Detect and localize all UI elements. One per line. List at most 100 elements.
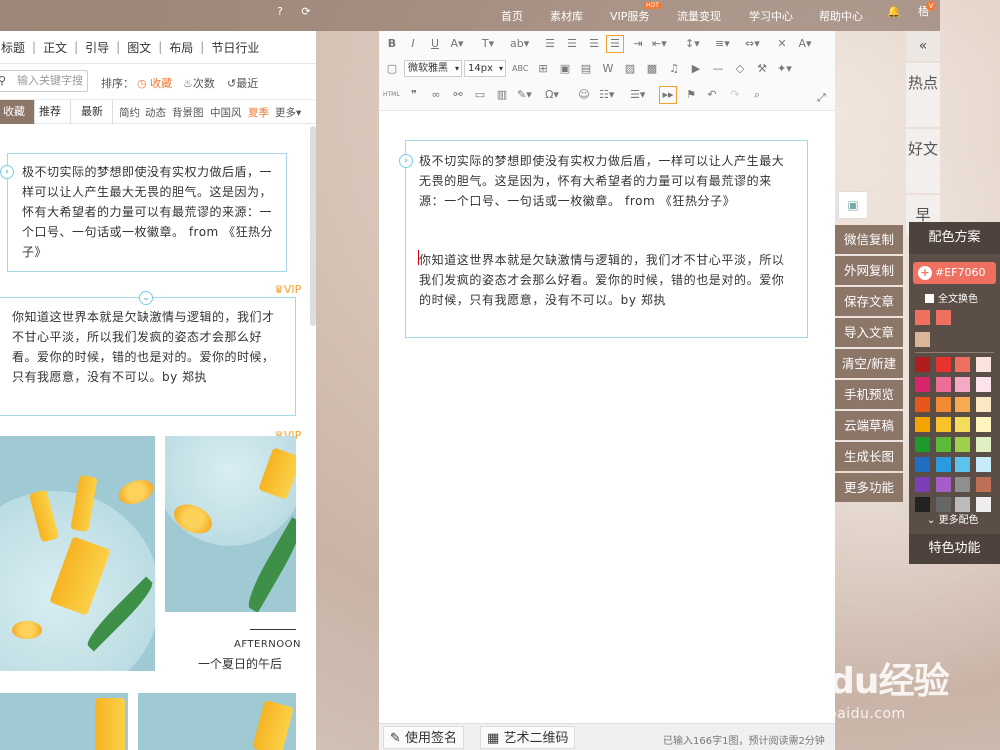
palette-color-swatch[interactable] xyxy=(976,497,991,512)
editor-content-block[interactable]: › 极不切实际的梦想即使没有实权力做后盾，一样可以让人产生最大无畏的胆气。这是因… xyxy=(399,140,808,338)
image-manager-button[interactable]: ▣ xyxy=(838,191,868,219)
tab-guide[interactable]: 引导 xyxy=(78,39,116,56)
rail-good-articles[interactable]: 好文 xyxy=(906,129,940,193)
template-card-quote[interactable]: 极不切实际的梦想即使没有实权力做后盾，一样可以让人产生最大无畏的胆气。这是因为，… xyxy=(7,153,287,272)
bold-icon[interactable]: B xyxy=(385,37,399,51)
minus-icon[interactable]: — xyxy=(711,62,725,76)
sort-fav[interactable]: ◷ 收藏 xyxy=(137,75,172,91)
font-color-icon[interactable]: A▾ xyxy=(450,37,464,51)
art-qrcode-button[interactable]: ▦ 艺术二维码 xyxy=(480,726,576,749)
html-icon[interactable]: HTML xyxy=(383,88,400,102)
palette-color-swatch[interactable] xyxy=(955,397,970,412)
palette-color-swatch[interactable] xyxy=(976,417,991,432)
palette-color-swatch[interactable] xyxy=(976,437,991,452)
template-card-text[interactable]: 你知道这世界本就是欠缺激情与逻辑的，我们才不甘心平淡，所以我们发疯的姿态才会那么… xyxy=(0,297,296,416)
tag-simple[interactable]: 简约 xyxy=(119,105,140,120)
line-height-icon[interactable]: ↕▾ xyxy=(685,37,700,51)
unlink-icon[interactable]: ⚯ xyxy=(451,88,465,102)
paragraph-spacing-icon[interactable]: ≡▾ xyxy=(715,37,730,51)
expand-icon[interactable]: ⤢ xyxy=(817,91,826,105)
search-input[interactable]: 输入关键字搜 xyxy=(0,70,88,92)
text-direction-icon[interactable]: ▸▸ xyxy=(659,86,677,104)
tag-more[interactable]: 更多▾ xyxy=(275,105,301,120)
tag-summer[interactable]: 夏季 xyxy=(248,105,269,120)
palette-color-swatch[interactable] xyxy=(976,357,991,372)
tab-image-text[interactable]: 图文 xyxy=(120,39,158,56)
refresh-icon[interactable]: ⟳ xyxy=(300,6,312,18)
avatar[interactable]: 梧V xyxy=(918,1,936,23)
excel-icon[interactable]: ▤ xyxy=(579,62,593,76)
palette-color-swatch[interactable] xyxy=(936,357,951,372)
paste-icon[interactable]: ▥ xyxy=(495,88,509,102)
wechat-copy-button[interactable]: 微信复制 xyxy=(835,225,903,254)
document-icon[interactable]: ▢ xyxy=(385,62,399,76)
align-right-icon[interactable]: ☰ xyxy=(587,37,601,51)
letter-style-icon[interactable]: ab▾ xyxy=(510,37,529,51)
palette-color-swatch[interactable] xyxy=(915,457,930,472)
word-icon[interactable]: W xyxy=(601,62,615,76)
bell-icon[interactable]: 🔔 xyxy=(887,6,901,18)
palette-color-swatch[interactable] xyxy=(936,437,951,452)
import-article-button[interactable]: 导入文章 xyxy=(835,318,903,347)
palette-color-swatch[interactable] xyxy=(936,377,951,392)
palette-color-swatch[interactable] xyxy=(976,457,991,472)
palette-color-swatch[interactable] xyxy=(915,477,930,492)
tag-icon[interactable]: ◇ xyxy=(733,62,747,76)
photo-popsicle-small[interactable] xyxy=(165,436,296,612)
photo-popsicle-bottom[interactable] xyxy=(138,693,296,750)
letter-spacing-icon[interactable]: ⇔▾ xyxy=(745,37,760,51)
flag-icon[interactable]: ⚑ xyxy=(684,88,698,102)
rail-hot[interactable]: 热点 xyxy=(906,63,940,127)
palette-color-swatch[interactable] xyxy=(936,497,951,512)
tab-holiday[interactable]: 节日行业 xyxy=(204,39,266,56)
nav-learn[interactable]: 学习中心 xyxy=(749,8,793,24)
palette-color-swatch[interactable] xyxy=(915,397,930,412)
font-size-icon[interactable]: A▾ xyxy=(798,37,812,51)
cloud-draft-button[interactable]: 云端草稿 xyxy=(835,411,903,440)
font-size-select[interactable]: 14px ▾ xyxy=(464,60,506,77)
gallery-icon[interactable]: ▩ xyxy=(645,62,659,76)
quote-icon[interactable]: ❞ xyxy=(407,88,421,102)
external-copy-button[interactable]: 外网复制 xyxy=(835,256,903,285)
text-bg-icon[interactable]: T▾ xyxy=(481,37,495,51)
more-functions-button[interactable]: 更多功能 xyxy=(835,473,903,502)
unordered-list-icon[interactable]: ☰▾ xyxy=(630,88,645,102)
nav-home[interactable]: 首页 xyxy=(501,8,523,24)
use-signature-button[interactable]: ✎ 使用签名 xyxy=(383,726,465,749)
align-left-icon[interactable]: ☰ xyxy=(543,37,557,51)
magic-wand-icon[interactable]: ✦▾ xyxy=(777,62,792,76)
palette-color-swatch[interactable] xyxy=(955,357,970,372)
nav-traffic[interactable]: 流量变现 xyxy=(677,8,721,24)
more-colors-button[interactable]: ⌄ 更多配色 xyxy=(927,511,979,526)
clear-new-button[interactable]: 清空/新建 xyxy=(835,349,903,378)
spell-check-icon[interactable]: ABC xyxy=(512,62,528,76)
palette-color-swatch[interactable] xyxy=(915,377,930,392)
tab-layout[interactable]: 布局 xyxy=(162,39,200,56)
palette-color-swatch[interactable] xyxy=(936,477,951,492)
sort-count[interactable]: ♨次数 xyxy=(183,75,215,91)
palette-color-swatch[interactable] xyxy=(936,457,951,472)
image-icon[interactable]: ▣ xyxy=(558,62,572,76)
search-icon[interactable]: ⚲ xyxy=(0,74,6,87)
omega-icon[interactable]: Ω▾ xyxy=(545,88,559,102)
all-text-color-checkbox[interactable]: 全文换色 xyxy=(925,290,978,305)
video-icon[interactable]: ▶ xyxy=(689,62,703,76)
editor-paragraph-1[interactable]: 极不切实际的梦想即使没有实权力做后盾，一样可以让人产生最大无畏的胆气。这是因为，… xyxy=(419,151,795,211)
help-icon[interactable]: ? xyxy=(274,6,286,18)
collapse-icon[interactable]: « xyxy=(906,31,940,61)
nav-vip[interactable]: VIP服务 HOT xyxy=(610,2,661,24)
music-icon[interactable]: ♫ xyxy=(667,62,681,76)
palette-color-swatch[interactable] xyxy=(915,437,930,452)
recent-color-swatch[interactable] xyxy=(915,310,930,325)
underline-icon[interactable]: U xyxy=(428,37,442,51)
current-color-button[interactable]: + #EF7060 xyxy=(913,262,996,284)
palette-color-swatch[interactable] xyxy=(915,497,930,512)
palette-color-swatch[interactable] xyxy=(955,457,970,472)
eraser-icon[interactable]: ✕ xyxy=(775,37,789,51)
italic-icon[interactable]: I xyxy=(406,37,420,51)
indent-icon[interactable]: ⇥ xyxy=(631,37,645,51)
card-icon[interactable]: ▭ xyxy=(473,88,487,102)
redo-icon[interactable]: ↷ xyxy=(728,88,742,102)
align-center-icon[interactable]: ☰ xyxy=(565,37,579,51)
photo-popsicle-bottom[interactable] xyxy=(0,693,128,750)
